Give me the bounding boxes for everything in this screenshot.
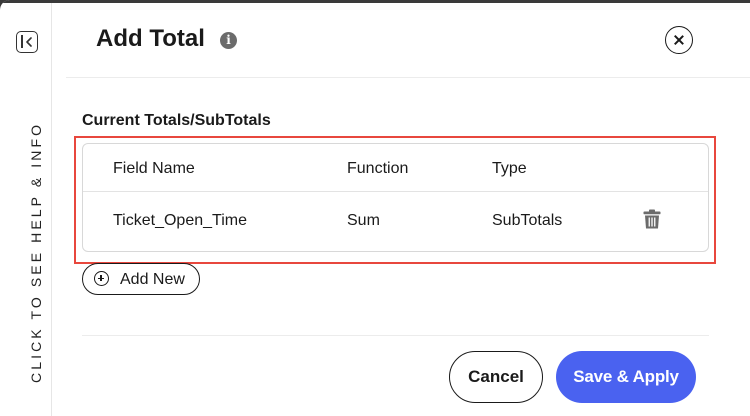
footer-divider — [82, 335, 709, 336]
section-label: Current Totals/SubTotals — [82, 112, 271, 129]
cell-field-name: Ticket_Open_Time — [113, 212, 247, 229]
panel-collapse-icon[interactable] — [16, 31, 38, 53]
cell-type: SubTotals — [492, 212, 563, 229]
cell-function: Sum — [347, 212, 380, 229]
help-rail[interactable]: CLICK TO SEE HELP & INFO — [0, 3, 52, 416]
add-new-button[interactable]: Add New — [82, 263, 200, 295]
dialog-header: Add Total i — [66, 3, 750, 78]
column-header-field-name: Field Name — [113, 160, 195, 177]
totals-table: Field Name Function Type Ticket_Open_Tim… — [82, 143, 709, 252]
table-row: Ticket_Open_Time Sum SubTotals — [83, 192, 708, 252]
save-apply-button[interactable]: Save & Apply — [556, 351, 696, 403]
add-new-label: Add New — [120, 271, 185, 288]
column-header-type: Type — [492, 160, 527, 177]
plus-circle-icon — [94, 271, 109, 286]
trash-icon[interactable] — [643, 209, 661, 229]
table-header: Field Name Function Type — [83, 144, 708, 192]
column-header-function: Function — [347, 160, 409, 177]
add-total-dialog: CLICK TO SEE HELP & INFO Add Total i Cur… — [0, 0, 750, 416]
dialog-title: Add Total — [96, 25, 205, 52]
cancel-button[interactable]: Cancel — [449, 351, 543, 403]
close-button[interactable] — [665, 26, 693, 54]
help-info-label[interactable]: CLICK TO SEE HELP & INFO — [28, 122, 44, 383]
info-icon[interactable]: i — [220, 32, 237, 49]
